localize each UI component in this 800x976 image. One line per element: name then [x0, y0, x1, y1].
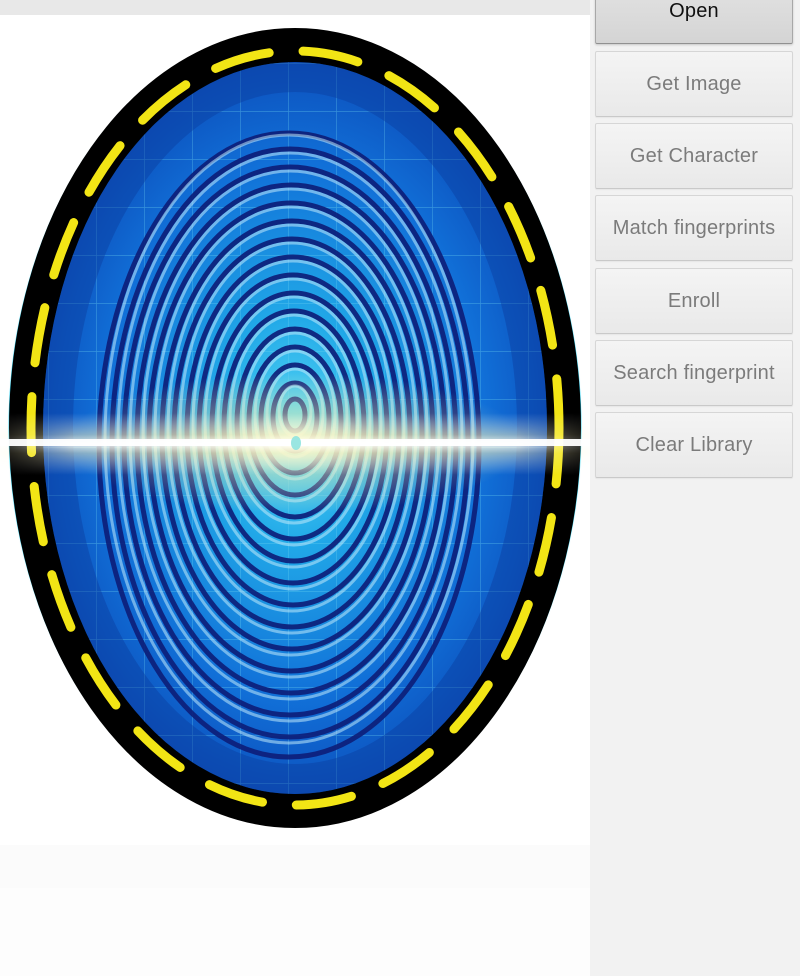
action-button-column: Open Get Image Get Character Match finge… [590, 0, 800, 976]
search-fingerprint-button[interactable]: Search fingerprint [595, 340, 793, 406]
top-strip [0, 0, 590, 15]
fingerprint-image-panel[interactable] [0, 15, 590, 845]
get-image-button[interactable]: Get Image [595, 51, 793, 117]
app-window: Open Get Image Get Character Match finge… [0, 0, 800, 976]
get-character-button[interactable]: Get Character [595, 123, 793, 189]
open-button[interactable]: Open [595, 0, 793, 44]
clear-library-button[interactable]: Clear Library [595, 412, 793, 478]
match-fingerprints-button[interactable]: Match fingerprints [595, 195, 793, 261]
enroll-button[interactable]: Enroll [595, 268, 793, 334]
fingerprint-scan-image [0, 15, 590, 845]
